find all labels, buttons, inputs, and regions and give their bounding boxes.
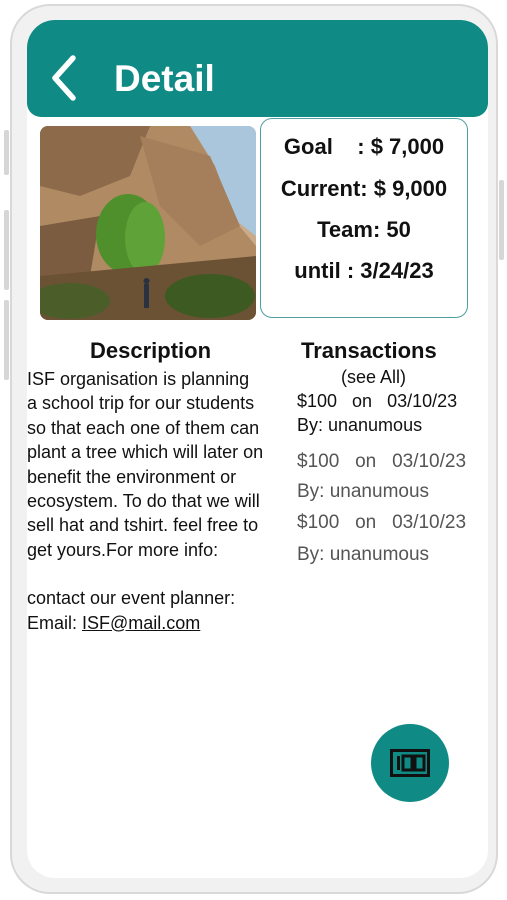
transactions-heading: Transactions (301, 338, 437, 363)
email-label: Email: (27, 612, 83, 633)
deadline-date: until : 3/24/23 (294, 258, 434, 283)
goal-amount: Goal : $ 7,000 (283, 134, 445, 159)
phone-side-button (499, 180, 504, 260)
phone-side-button (4, 300, 9, 380)
phone-side-button (4, 130, 9, 175)
description-heading: Description (90, 338, 212, 363)
description-line: ISF organisation is planning (27, 369, 250, 389)
transaction-amount: $100 on 03/10/23 (297, 512, 467, 533)
description-line: sell hat and tshirt. feel free to (27, 515, 259, 536)
transaction-amount: $100 on 03/10/23 (297, 451, 467, 472)
email-row: Email: ISF@mail.com (27, 611, 292, 635)
see-all-link[interactable]: (see All) (341, 367, 406, 388)
transaction-by: By: unanumous (297, 415, 423, 435)
description-line: get yours.For more info: (27, 539, 219, 560)
description-line: plant a tree which will later on (27, 442, 264, 463)
description-line: ecosystem. To do that we will (27, 491, 260, 512)
transaction-amount: $100 on 03/10/23 (297, 391, 458, 411)
description-text: ISF organisation is planning a school tr… (27, 367, 292, 635)
event-photo (40, 126, 256, 320)
chevron-left-icon (52, 55, 76, 101)
description-line: so that each one of them can (27, 417, 260, 438)
email-link[interactable]: ISF@mail.com (82, 613, 200, 633)
page-title: Detail (114, 58, 215, 99)
contact-text: contact our event planner: (27, 588, 236, 609)
back-button[interactable] (47, 53, 81, 103)
team-count: Team: 50 (317, 217, 411, 242)
top-app-bar: Detail (27, 20, 488, 117)
fundraising-stats-card: Goal : $ 7,000 Current: $ 9,000 Team: 50… (260, 118, 468, 318)
donate-fab-button[interactable] (371, 724, 449, 802)
cash-100-icon (390, 749, 430, 777)
app-screen: Detail Goal : $ 7,000 Current: $ 9,000 T… (27, 20, 488, 878)
description-line: a school trip for our students (27, 393, 255, 414)
current-amount: Current: $ 9,000 (280, 176, 448, 201)
transaction-by: By: unanumous (297, 544, 430, 565)
phone-side-button (4, 210, 9, 290)
transaction-by: By: unanumous (297, 481, 430, 502)
description-line: benefit the environment or (27, 466, 237, 487)
